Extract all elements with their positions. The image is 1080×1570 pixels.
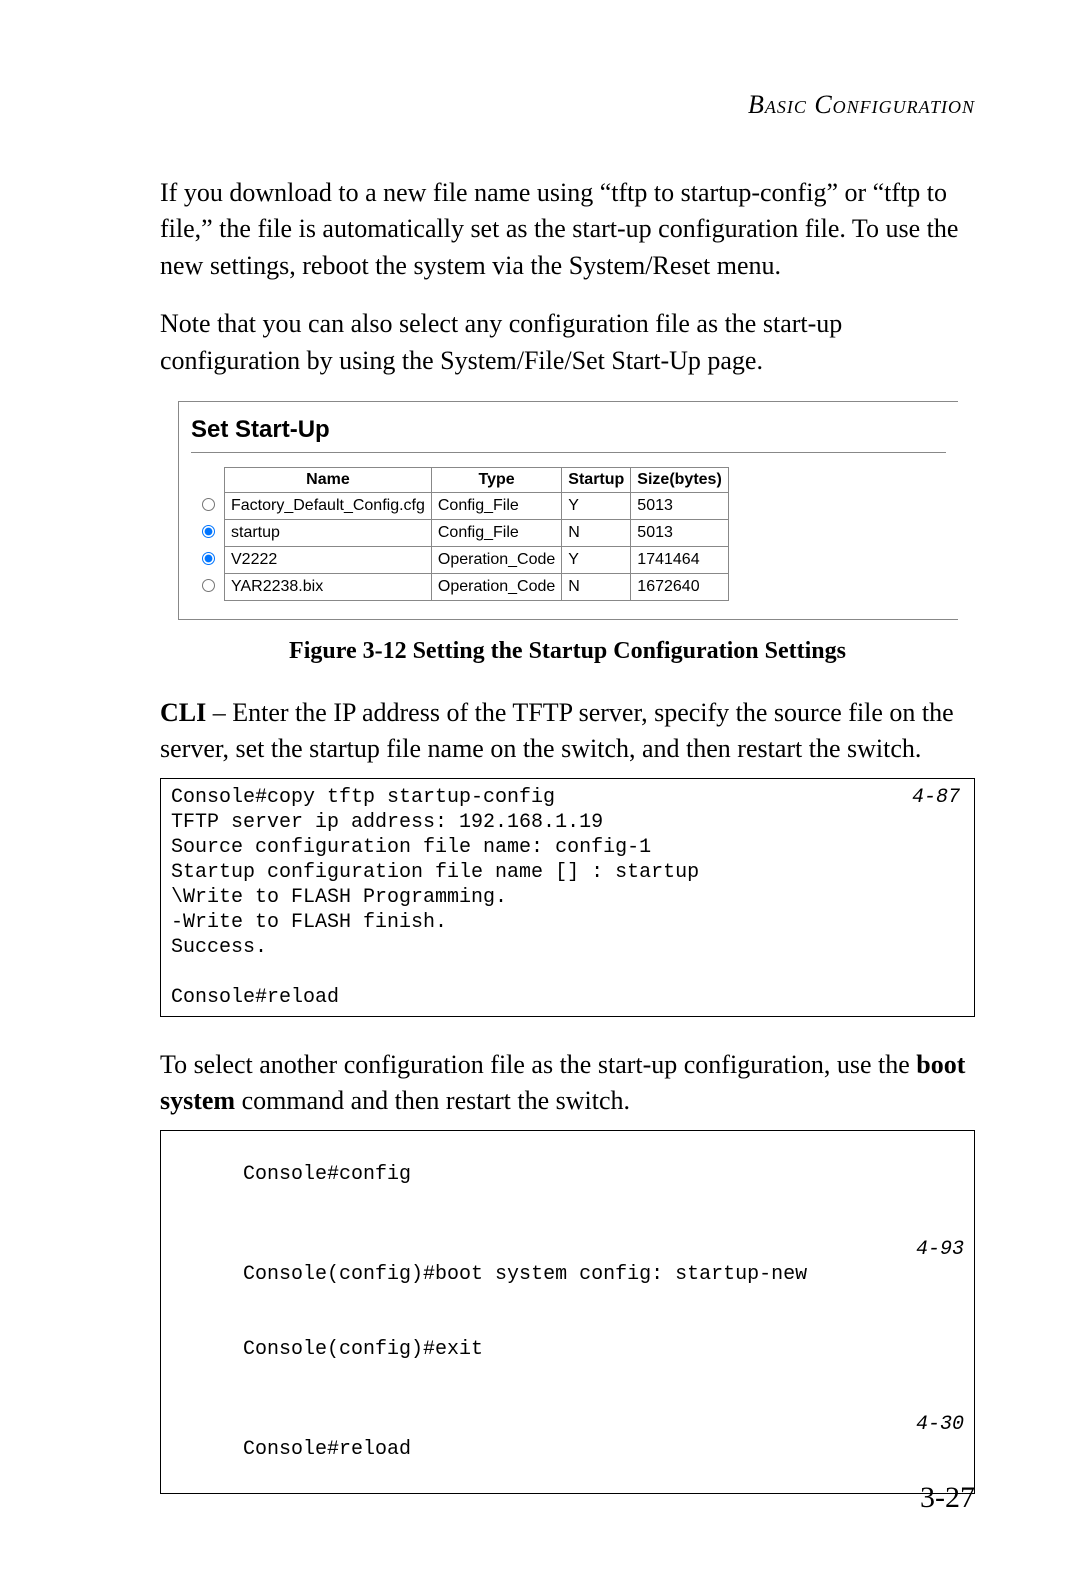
paragraph: To select another configuration file as … xyxy=(160,1047,975,1120)
text: To select another configuration file as … xyxy=(160,1050,916,1079)
cell-type: Operation_Code xyxy=(431,546,561,573)
cli-text: – Enter the IP address of the TFTP serve… xyxy=(160,698,954,763)
console-line: Startup configuration file name [] : sta… xyxy=(171,860,964,885)
file-table: Name Type Startup Size(bytes) Factory_De… xyxy=(191,467,729,601)
cell-type: Config_File xyxy=(431,492,561,519)
cell-type: Operation_Code xyxy=(431,573,561,600)
table-row: startup Config_File N 5013 xyxy=(191,519,728,546)
console-line: \Write to FLASH Programming. xyxy=(171,885,964,910)
cli-label: CLI xyxy=(160,698,206,727)
table-row: Factory_Default_Config.cfg Config_File Y… xyxy=(191,492,728,519)
cell-size: 5013 xyxy=(631,519,728,546)
cell-startup: N xyxy=(562,573,631,600)
panel-title: Set Start-Up xyxy=(191,416,946,444)
table-row: YAR2238.bix Operation_Code N 1672640 xyxy=(191,573,728,600)
section-heading: Basic Configuration xyxy=(160,90,975,120)
console-line: Success. xyxy=(171,935,964,960)
console-line: Console#config xyxy=(171,1137,964,1212)
cell-startup: N xyxy=(562,519,631,546)
console-listing-1: 4-87 Console#copy tftp startup-config TF… xyxy=(160,778,975,1017)
paragraph: Note that you can also select any config… xyxy=(160,306,975,379)
row-radio[interactable] xyxy=(202,498,215,511)
console-line: Source configuration file name: config-1 xyxy=(171,835,964,860)
console-line: Console(config)#exit xyxy=(171,1312,964,1387)
row-radio[interactable] xyxy=(202,579,215,592)
console-listing-2: Console#config 4-93 Console(config)#boot… xyxy=(160,1130,975,1494)
cell-name: Factory_Default_Config.cfg xyxy=(225,492,432,519)
paragraph: If you download to a new file name using… xyxy=(160,175,975,284)
figure-caption: Figure 3-12 Setting the Startup Configur… xyxy=(160,638,975,665)
console-line: TFTP server ip address: 192.168.1.19 xyxy=(171,810,964,835)
page-number: 3-27 xyxy=(920,1481,975,1515)
col-type: Type xyxy=(431,467,561,492)
cell-size: 5013 xyxy=(631,492,728,519)
cell-startup: Y xyxy=(562,546,631,573)
text: command and then restart the switch. xyxy=(235,1086,630,1115)
cell-name: startup xyxy=(225,519,432,546)
col-startup: Startup xyxy=(562,467,631,492)
cell-name: V2222 xyxy=(225,546,432,573)
page-ref: 4-30 xyxy=(916,1412,964,1437)
cell-type: Config_File xyxy=(431,519,561,546)
row-radio[interactable] xyxy=(202,525,215,538)
table-row: V2222 Operation_Code Y 1741464 xyxy=(191,546,728,573)
cell-name: YAR2238.bix xyxy=(225,573,432,600)
console-line: Console#copy tftp startup-config xyxy=(171,785,964,810)
cli-paragraph: CLI – Enter the IP address of the TFTP s… xyxy=(160,695,975,768)
divider xyxy=(191,452,946,453)
console-line: 4-93 Console(config)#boot system config:… xyxy=(171,1212,964,1312)
page-ref: 4-87 xyxy=(912,785,960,810)
col-select xyxy=(191,467,225,492)
console-line: -Write to FLASH finish. xyxy=(171,910,964,935)
cell-startup: Y xyxy=(562,492,631,519)
col-name: Name xyxy=(225,467,432,492)
page-ref: 4-93 xyxy=(916,1237,964,1262)
cell-size: 1672640 xyxy=(631,573,728,600)
set-start-up-panel: Set Start-Up Name Type Startup Size(byte… xyxy=(178,401,958,620)
col-size: Size(bytes) xyxy=(631,467,728,492)
row-radio[interactable] xyxy=(202,552,215,565)
console-line xyxy=(171,960,964,985)
console-line: 4-30 Console#reload xyxy=(171,1387,964,1487)
page: Basic Configuration If you download to a… xyxy=(0,0,1080,1570)
console-line: Console#reload xyxy=(171,985,964,1010)
cell-size: 1741464 xyxy=(631,546,728,573)
